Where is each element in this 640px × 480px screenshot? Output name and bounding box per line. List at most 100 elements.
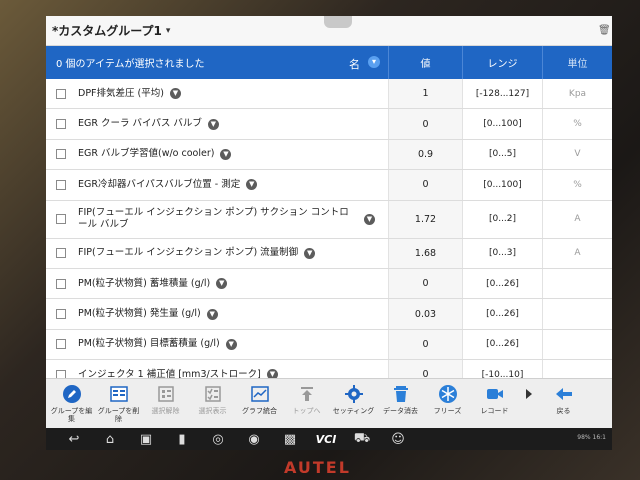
row-checkbox[interactable] — [56, 309, 66, 320]
parameter-name: EGR クーラ バイパス バルブ — [78, 118, 202, 130]
parameter-unit — [542, 329, 612, 360]
back-arrow-icon[interactable]: ↩ — [56, 430, 92, 448]
chevron-down-icon[interactable]: ▼ — [216, 278, 228, 290]
parameter-range: [0...100] — [462, 170, 542, 200]
data-table: DPF排気差圧 (平均) ▼ 1 [-128...127] Kpa EGR クーラ… — [46, 79, 612, 391]
settings-gear-icon — [343, 383, 365, 405]
chevron-down-icon[interactable]: ▼ — [207, 118, 219, 130]
back-arrow-icon — [553, 383, 575, 405]
trash-icon[interactable]: 🗑 — [598, 25, 611, 37]
name-column-header: 0 個のアイテムが選択されました 名 ▾ — [46, 46, 388, 79]
group-title[interactable]: *カスタムグループ1 — [52, 22, 162, 39]
sort-icon[interactable]: ▾ — [368, 56, 380, 68]
screenshot-icon[interactable]: ▩ — [272, 430, 308, 448]
parameter-unit: % — [542, 170, 612, 200]
table-row[interactable]: PM(粒子状物質) 発生量 (g/l) ▼ 0.03 [0...26] — [46, 299, 612, 330]
freeze-button[interactable]: フリーズ — [424, 383, 471, 428]
car-icon[interactable]: ⛟ — [344, 430, 380, 448]
car-garage-icon[interactable]: ▣ — [128, 430, 164, 448]
parameter-name: DPF排気差圧 (平均) — [78, 87, 164, 99]
deselect-button[interactable]: 選択解除 — [142, 383, 189, 428]
row-checkbox[interactable] — [56, 179, 66, 190]
table-row[interactable]: DPF排気差圧 (平均) ▼ 1 [-128...127] Kpa — [46, 79, 612, 110]
unit-column-header: 単位 — [542, 46, 612, 79]
parameter-unit: A — [542, 238, 612, 268]
to-top-icon — [296, 383, 318, 405]
chevron-down-icon[interactable]: ▼ — [225, 338, 237, 350]
parameter-range: [0...3] — [462, 238, 542, 268]
back-button[interactable]: 戻る — [540, 383, 587, 428]
table-row[interactable]: FIP(フューエル インジェクション ポンプ) 流量制御 ▼ 1.68 [0...… — [46, 238, 612, 269]
brand-logo: AUTEL — [284, 458, 351, 477]
table-header: 0 個のアイテムが選択されました 名 ▾ 値 レンジ 単位 — [46, 46, 612, 79]
table-row[interactable]: EGR冷却器バイパスバルブ位置 - 測定 ▼ 0 [0...100] % — [46, 170, 612, 201]
row-checkbox[interactable] — [56, 88, 66, 99]
parameter-unit: A — [542, 200, 612, 238]
browser-icon[interactable]: ◎ — [200, 430, 236, 448]
trash-icon — [390, 383, 412, 405]
table-row[interactable]: PM(粒子状物質) 目標蓄積量 (g/l) ▼ 0 [0...26] — [46, 329, 612, 361]
chevron-down-icon[interactable]: ▾ — [166, 26, 171, 36]
settings-button[interactable]: セッティング — [330, 383, 377, 428]
show-selected-icon — [202, 383, 224, 405]
chevron-down-icon[interactable]: ▼ — [364, 213, 375, 225]
video-camera-icon — [484, 383, 506, 405]
table-row[interactable]: EGR バルブ学習値(w/o cooler) ▼ 0.9 [0...5] V — [46, 139, 612, 171]
chevron-down-icon[interactable]: ▼ — [246, 179, 258, 191]
table-row[interactable]: EGR クーラ バイパス バルブ ▼ 0 [0...100] % — [46, 109, 612, 140]
parameter-range: [0...2] — [462, 200, 542, 238]
clear-data-button[interactable]: データ消去 — [377, 383, 424, 428]
record-button[interactable]: レコード — [471, 383, 518, 428]
parameter-value: 0.03 — [388, 299, 462, 329]
edit-group-button[interactable]: グループを編集 — [48, 383, 95, 428]
row-checkbox[interactable] — [56, 339, 66, 350]
parameter-name: EGR バルブ学習値(w/o cooler) — [78, 148, 215, 160]
deselect-icon — [155, 383, 177, 405]
table-row[interactable]: FIP(フューエル インジェクション ポンプ) サクション コントロール バルブ… — [46, 200, 612, 239]
pull-down-handle[interactable] — [324, 16, 352, 28]
vci-status-icon[interactable]: VCI — [308, 430, 344, 448]
row-checkbox[interactable] — [56, 149, 66, 160]
parameter-name: EGR冷却器バイパスバルブ位置 - 測定 — [78, 178, 241, 190]
show-selected-button[interactable]: 選択表示 — [189, 383, 236, 428]
to-top-button[interactable]: トップへ — [283, 383, 330, 428]
delete-group-button[interactable]: グループを削除 — [95, 383, 142, 428]
table-row[interactable]: PM(粒子状物質) 蓄堆積量 (g/l) ▼ 0 [0...26] — [46, 268, 612, 300]
parameter-value: 1.68 — [388, 238, 462, 268]
parameter-unit — [542, 299, 612, 329]
chevron-down-icon[interactable]: ▼ — [220, 148, 232, 160]
parameter-name: FIP(フューエル インジェクション ポンプ) サクション コントロール バルブ — [78, 207, 349, 231]
toolbar-next-button[interactable] — [518, 383, 540, 428]
camera-icon[interactable]: ◉ — [236, 430, 272, 448]
snowflake-icon — [437, 383, 459, 405]
parameter-value: 0 — [388, 170, 462, 200]
graph-merge-button[interactable]: グラフ統合 — [236, 383, 283, 428]
remote-support-icon[interactable]: ☺ — [380, 430, 416, 448]
parameter-name: PM(粒子状物質) 発生量 (g/l) — [78, 308, 201, 320]
home-icon[interactable]: ⌂ — [92, 430, 128, 448]
recent-apps-icon[interactable]: ▮ — [164, 430, 200, 448]
status-indicators: 98% 16:1 — [577, 434, 606, 441]
chevron-down-icon[interactable]: ▼ — [169, 88, 181, 100]
title-bar: *カスタムグループ1 ▾ 🗑 — [46, 16, 612, 46]
parameter-name: PM(粒子状物質) 蓄堆積量 (g/l) — [78, 277, 211, 289]
android-navigation-bar: ↩ ⌂ ▣ ▮ ◎ ◉ ▩ VCI ⛟ ☺ 98% 16:1 — [46, 428, 612, 450]
parameter-value: 0.9 — [388, 139, 462, 170]
name-sort-label[interactable]: 名 — [349, 56, 360, 72]
parameter-range: [0...26] — [462, 329, 542, 360]
row-checkbox[interactable] — [56, 248, 66, 259]
delete-group-icon — [108, 383, 130, 405]
parameter-value: 1 — [388, 79, 462, 109]
parameter-value: 0 — [388, 109, 462, 139]
bottom-toolbar: グループを編集 グループを削除 選択解除 選択表示 グラフ統合 トップへ セッテ… — [46, 378, 612, 428]
pencil-icon — [61, 383, 83, 405]
parameter-range: [0...100] — [462, 109, 542, 139]
row-checkbox[interactable] — [56, 119, 66, 130]
chevron-down-icon[interactable]: ▼ — [206, 308, 218, 320]
parameter-value: 1.72 — [388, 200, 462, 238]
parameter-range: [-128...127] — [462, 79, 542, 109]
row-checkbox[interactable] — [56, 214, 66, 225]
row-checkbox[interactable] — [56, 278, 66, 289]
chevron-down-icon[interactable]: ▼ — [304, 247, 316, 259]
parameter-value: 0 — [388, 329, 462, 360]
